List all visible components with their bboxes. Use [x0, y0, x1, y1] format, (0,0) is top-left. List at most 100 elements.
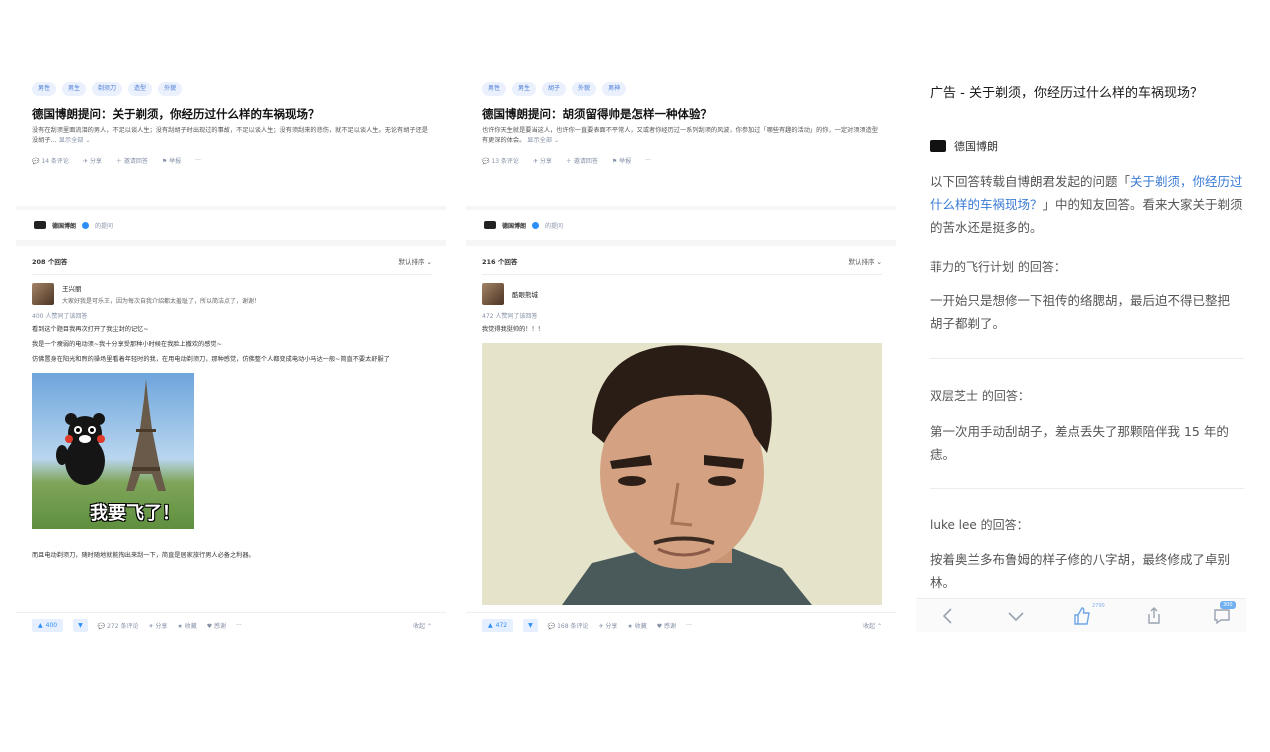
more-button[interactable]: ···	[236, 622, 242, 629]
share-button[interactable]: ✈ 分享	[83, 156, 102, 165]
back-arrow-icon[interactable]	[938, 606, 958, 626]
comments-button[interactable]: 💬 168 条评论	[548, 621, 589, 630]
asker-name[interactable]: 德国博朗	[502, 221, 526, 230]
show-all-link[interactable]: 显示全部 ⌄	[59, 137, 91, 144]
collapse-button[interactable]: 收起 ⌃	[863, 621, 882, 630]
bottom-toolbar: 2790 300	[916, 598, 1246, 632]
share-button[interactable]: ✈ 分享	[598, 621, 617, 630]
topic-tag[interactable]: 外貌	[158, 82, 183, 96]
invite-icon: ＋	[115, 158, 124, 165]
thanks-button[interactable]: ♥ 感谢	[207, 621, 226, 630]
answer-author-name[interactable]: 酷眼熊城	[512, 289, 538, 299]
topic-tag[interactable]: 剃须刀	[92, 82, 123, 96]
upvote-count: 400	[45, 622, 58, 629]
asker-bar: 德国博朗 的提问	[16, 210, 446, 240]
answer-author: 酷眼熊城	[482, 283, 882, 305]
share-icon: ✈	[532, 158, 540, 165]
ad-intro: 以下回答转载自博朗君发起的问题「关于剃须，你经历过什么样的车祸现场？」中的知友回…	[930, 170, 1246, 239]
share-icon: ✈	[82, 158, 90, 165]
topic-tag[interactable]: 男生	[512, 82, 537, 96]
comments-button[interactable]: 💬 14 条评论	[32, 156, 69, 165]
collapse-button[interactable]: 收起 ⌃	[413, 621, 432, 630]
share-icon[interactable]	[1144, 606, 1164, 626]
chevron-down-icon[interactable]	[1006, 606, 1026, 626]
share-button[interactable]: ✈ 分享	[533, 156, 552, 165]
sort-dropdown[interactable]: 默认排序 ⌄	[398, 256, 432, 266]
collect-label: 收藏	[184, 623, 197, 630]
likes-count[interactable]: 472 人赞同了该回答	[482, 311, 882, 320]
answer-card: 208 个回答 默认排序 ⌄ 王兴丽 大家好我是可乐王，因为每次自我介绍都太羞耻…	[16, 246, 446, 632]
upvote-button[interactable]: ▲ 400	[32, 619, 64, 632]
collect-label: 收藏	[634, 623, 647, 630]
response-text: 第一次用手动刮胡子，差点丢失了那颗陪伴我 15 年的痣。	[930, 424, 1229, 462]
question-description: 也许你天生就是要当这人，也许你一直要表面不平常人，又或者你经历过一系列刮须的风波…	[482, 126, 882, 146]
braun-logo-icon	[930, 140, 946, 152]
avatar[interactable]	[32, 283, 54, 305]
upvote-count: 472	[495, 622, 508, 629]
invite-button[interactable]: ＋ 邀请回答	[116, 156, 148, 165]
more-button[interactable]: ···	[195, 157, 201, 164]
kumamon-meme-image[interactable]: 我要飞了！	[32, 373, 194, 529]
response-label: 双层芝士 的回答：	[930, 389, 1030, 403]
topic-tag[interactable]: 外貌	[572, 82, 597, 96]
comment-icon[interactable]	[1212, 606, 1232, 626]
topic-tags: 男性 男生 剃须刀 造型 外貌	[32, 82, 432, 96]
star-icon: ★	[627, 623, 635, 630]
answer-author-name[interactable]: 王兴丽	[62, 283, 260, 293]
man-portrait-photo[interactable]	[482, 343, 882, 605]
response-text: 按着奥兰多布鲁姆的样子修的八字胡，最终修成了卓别林。	[930, 552, 1231, 590]
invite-label: 邀请回答	[573, 158, 598, 165]
thanks-label: 感谢	[214, 623, 227, 630]
comment-icon: 💬	[32, 158, 42, 165]
invite-label: 邀请回答	[123, 158, 148, 165]
topic-tag[interactable]: 胡子	[542, 82, 567, 96]
braun-logo-icon	[484, 221, 496, 229]
likes-count[interactable]: 400 人赞同了该回答	[32, 311, 432, 320]
response-text: 一开始只是想修一下祖传的络腮胡，最后迫不得已整把胡子都剃了。	[930, 293, 1231, 331]
heart-icon: ♥	[656, 623, 665, 630]
topic-tag[interactable]: 男神	[602, 82, 627, 96]
upvote-button[interactable]: ▲ 472	[482, 619, 514, 632]
question-page-shaving-accident: 男性 男生 剃须刀 造型 外貌 德国博朗提问：关于剃须，你经历过什么样的车祸现场…	[16, 70, 446, 632]
kumamon-bear-icon	[56, 413, 105, 485]
report-button[interactable]: ⚑ 举报	[612, 156, 631, 165]
collect-button[interactable]: ★ 收藏	[627, 621, 646, 630]
comment-icon: 💬	[547, 623, 558, 630]
question-page-beard-experience: 男性 男生 胡子 外貌 男神 德国博朗提问：胡须留得帅是怎样一种体验？ 也许你天…	[466, 70, 896, 632]
comment-icon: 💬	[97, 623, 108, 630]
upvote-icon: ▲	[488, 622, 493, 629]
downvote-button[interactable]: ▼	[73, 619, 88, 632]
ad-author[interactable]: 德国博朗	[930, 138, 998, 154]
topic-tag[interactable]: 男性	[32, 82, 57, 96]
share-label: 分享	[605, 623, 618, 630]
question-description-text: 没有在刮须里面流泪的男人，不足以谈人生；没有刮胡子时出现过的事故，不足以谈人生；…	[32, 127, 428, 144]
share-button[interactable]: ✈ 分享	[148, 621, 167, 630]
asker-name[interactable]: 德国博朗	[52, 221, 76, 230]
ad-title: 广告 - 关于剃须，你经历过什么样的车祸现场？	[930, 86, 1203, 101]
report-button[interactable]: ⚑ 举报	[162, 156, 181, 165]
invite-button[interactable]: ＋ 邀请回答	[566, 156, 598, 165]
show-all-link[interactable]: 显示全部 ⌄	[527, 137, 559, 144]
question-title[interactable]: 德国博朗提问：关于剃须，你经历过什么样的车祸现场？	[32, 106, 432, 122]
thumbs-up-icon[interactable]	[1072, 606, 1092, 626]
answers-header: 208 个回答 默认排序 ⌄	[32, 256, 432, 275]
downvote-button[interactable]: ▼	[523, 619, 538, 632]
avatar[interactable]	[482, 283, 504, 305]
question-title[interactable]: 德国博朗提问：胡须留得帅是怎样一种体验？	[482, 106, 882, 122]
report-label: 举报	[619, 158, 632, 165]
more-button[interactable]: ···	[645, 157, 651, 164]
comments-button[interactable]: 💬 13 条评论	[482, 156, 519, 165]
comments-button[interactable]: 💬 272 条评论	[98, 621, 139, 630]
share-label: 分享	[539, 158, 552, 165]
question-card: 男性 男生 胡子 外貌 男神 德国博朗提问：胡须留得帅是怎样一种体验？ 也许你天…	[466, 70, 896, 206]
topic-tag[interactable]: 男性	[482, 82, 507, 96]
topic-tag[interactable]: 男生	[62, 82, 87, 96]
answer-paragraph: 仿佛置身在阳光和煦的操场里看着年轻时的我，在用电动剃须刀，那种感觉，仿佛整个人都…	[32, 356, 390, 363]
verified-icon	[82, 221, 90, 229]
more-button[interactable]: ···	[686, 622, 692, 629]
answer-author: 王兴丽 大家好我是可乐王，因为每次自我介绍都太羞耻了，所以简洁点了，谢谢！	[32, 283, 432, 305]
thanks-button[interactable]: ♥ 感谢	[657, 621, 676, 630]
topic-tag[interactable]: 造型	[128, 82, 153, 96]
collect-button[interactable]: ★ 收藏	[177, 621, 196, 630]
sort-dropdown[interactable]: 默认排序 ⌄	[848, 256, 882, 266]
